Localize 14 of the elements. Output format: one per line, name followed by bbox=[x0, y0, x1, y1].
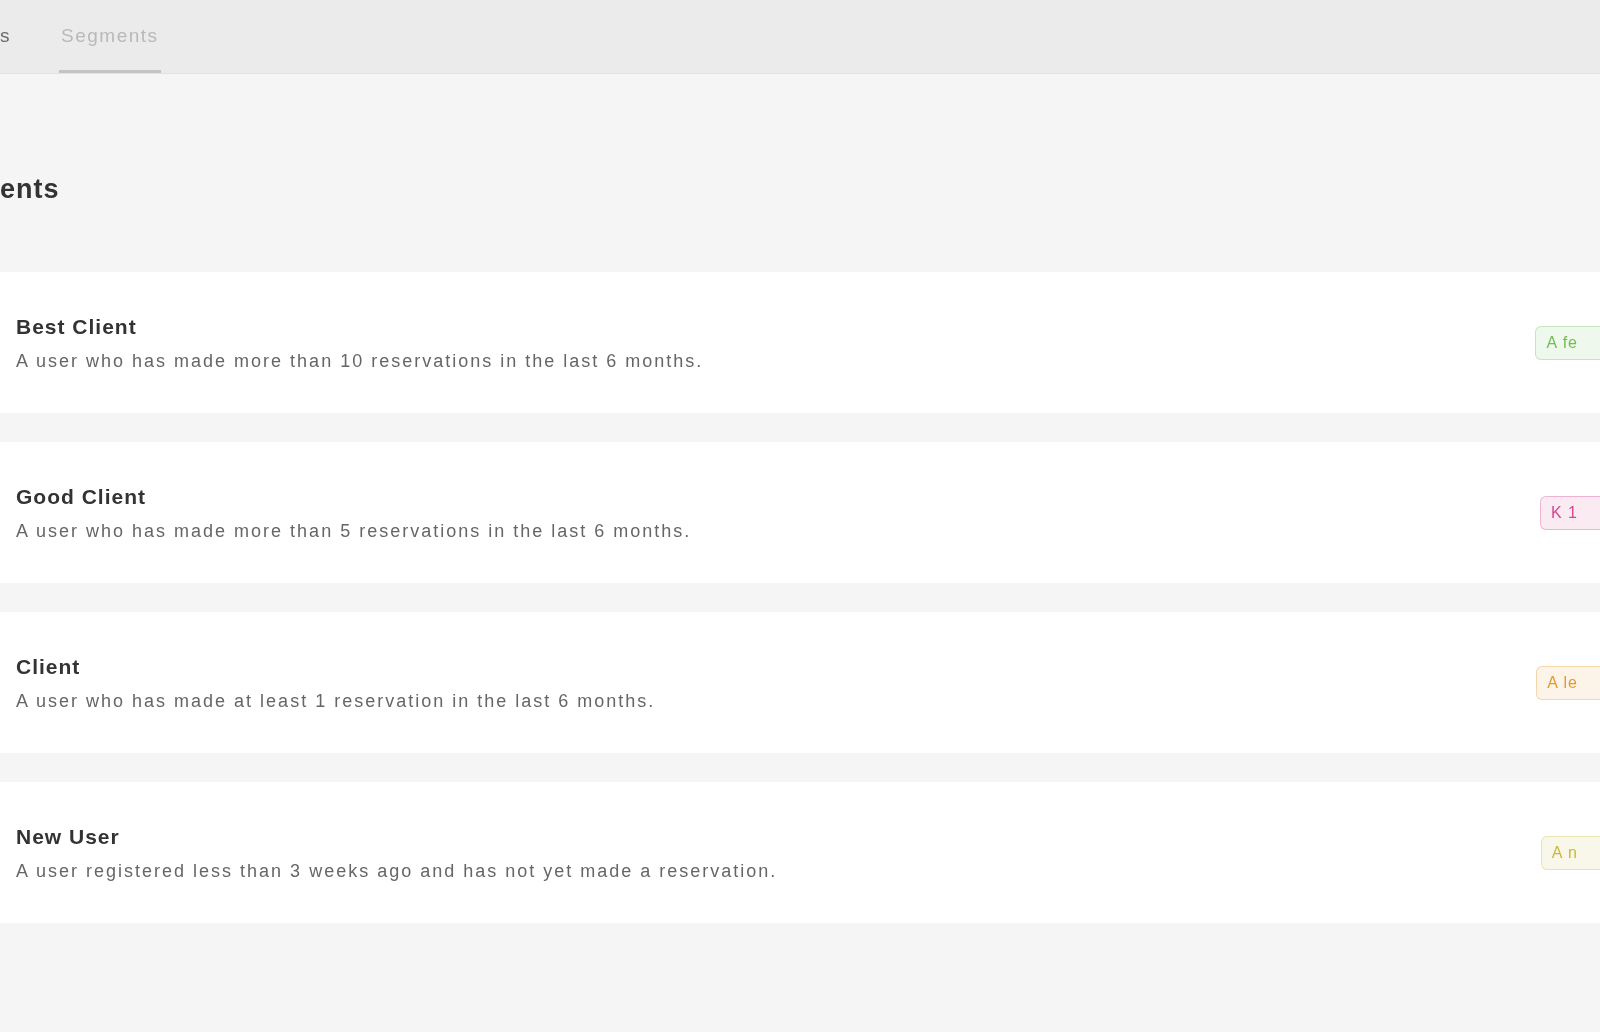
segment-description: A user who has made more than 10 reservations in the last 6 months. bbox=[16, 351, 704, 370]
segment-title: Good Client bbox=[16, 485, 147, 507]
segment-tag: A n bbox=[1540, 835, 1600, 870]
segment-tag: A fe bbox=[1535, 325, 1600, 360]
segment-tag: A le bbox=[1536, 665, 1600, 700]
segment-title: Best Client bbox=[16, 315, 138, 337]
segment-title: New User bbox=[16, 825, 121, 847]
segment-description: A user who has made more than 5 reservations in the last 6 months. bbox=[16, 521, 692, 540]
segment-description: A user registered less than 3 weeks ago and has not yet made a reservation. bbox=[16, 861, 778, 880]
page-heading: ents bbox=[0, 176, 61, 203]
tab[interactable]: s bbox=[0, 0, 11, 73]
segment-description: A user who has made at least 1 reservation in the last 6 months. bbox=[16, 691, 656, 710]
segment-tag: K 1 bbox=[1540, 495, 1600, 530]
segment-title: Client bbox=[16, 655, 82, 677]
